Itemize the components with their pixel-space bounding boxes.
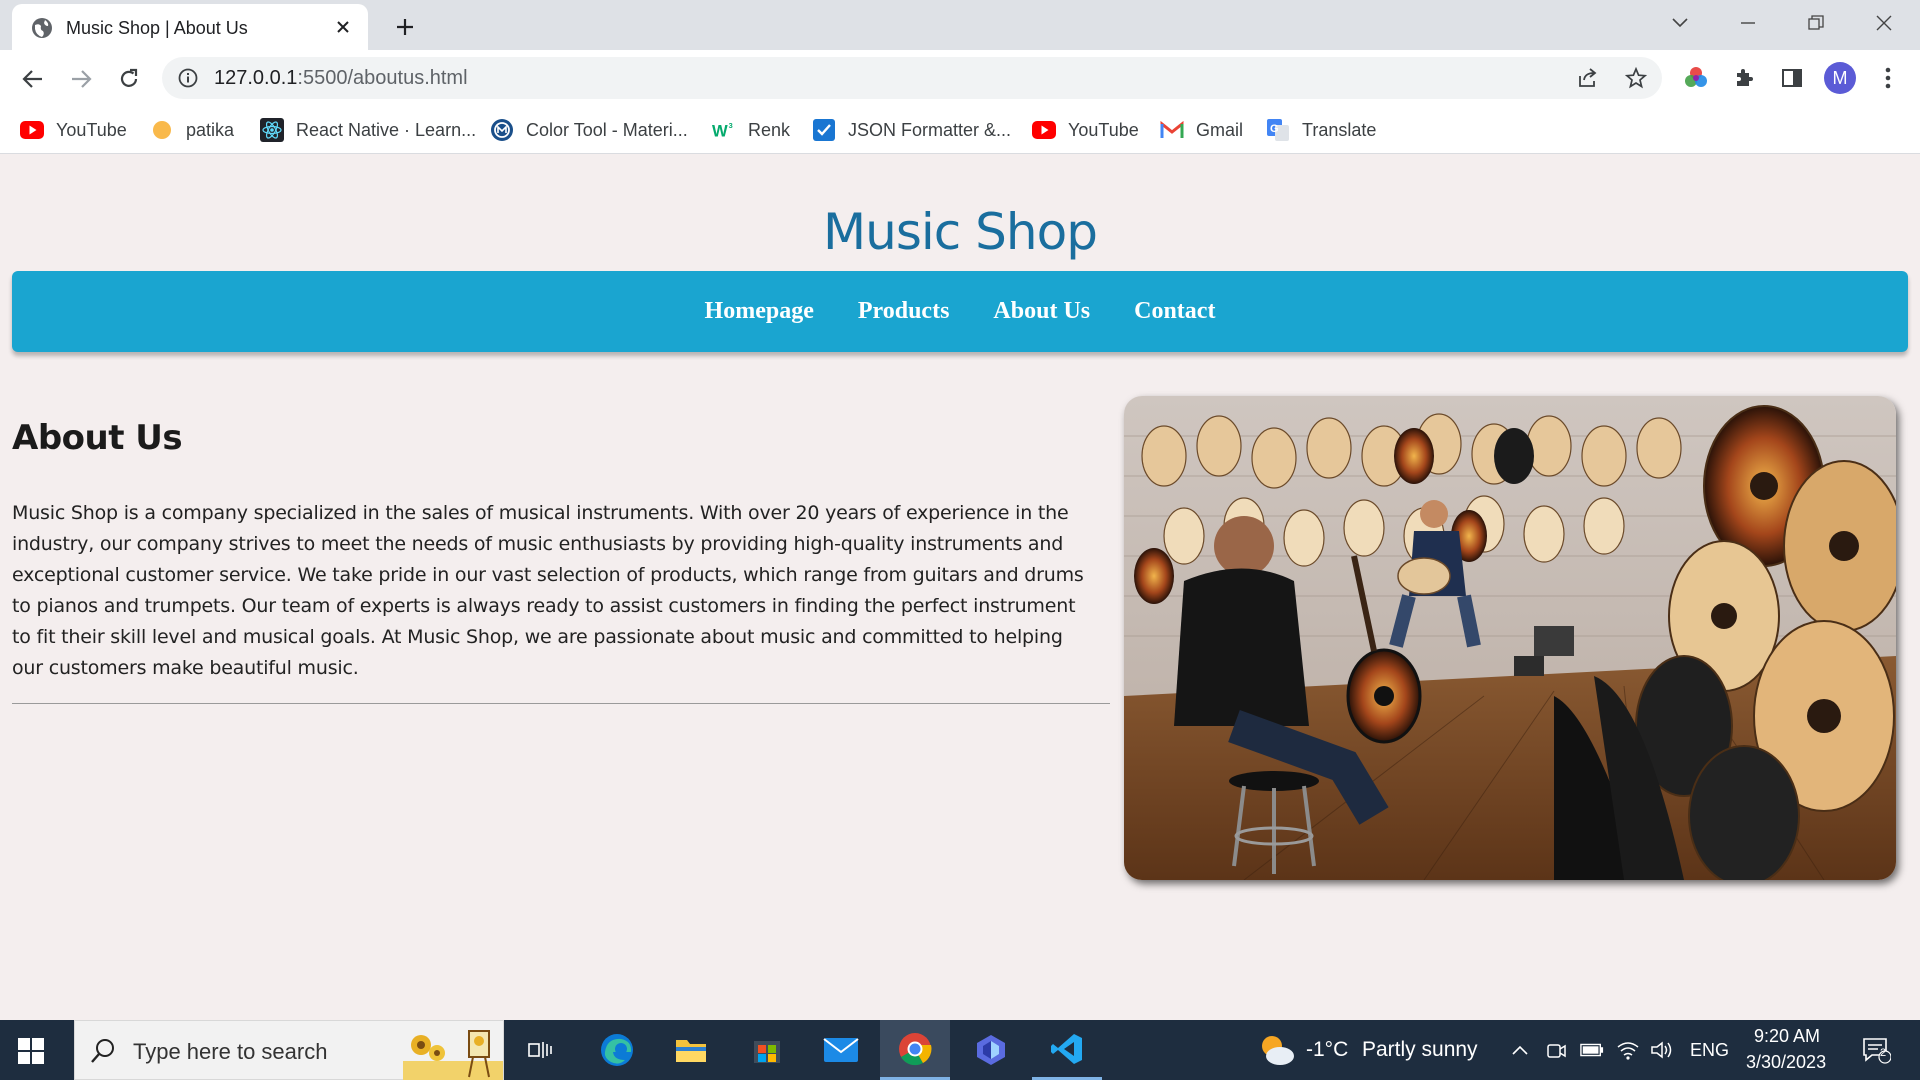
show-hidden-icons-chevron-icon[interactable]	[1508, 1038, 1532, 1062]
bookmark-label: patika	[186, 119, 235, 140]
site-title: Music Shop	[823, 203, 1098, 261]
main-navbar: Homepage Products About Us Contact	[12, 271, 1908, 352]
tab-search-chevron-icon[interactable]	[1660, 8, 1700, 38]
gmail-icon	[1160, 118, 1184, 142]
nav-homepage[interactable]: Homepage	[705, 298, 814, 325]
material-icon	[490, 118, 514, 142]
nav-contact[interactable]: Contact	[1134, 298, 1215, 325]
bookmark-renk[interactable]: W3 Renk	[712, 116, 790, 144]
reload-icon[interactable]	[112, 62, 146, 96]
youtube-icon	[1032, 118, 1056, 142]
share-icon[interactable]	[1576, 66, 1600, 90]
task-view-icon[interactable]	[506, 1020, 576, 1080]
close-window-icon[interactable]	[1864, 8, 1904, 38]
taskbar-search-box[interactable]: Type here to search	[74, 1020, 504, 1080]
search-placeholder: Type here to search	[133, 1039, 328, 1064]
sunflowers-painting-icon	[403, 1030, 503, 1080]
battery-icon[interactable]	[1580, 1038, 1604, 1062]
copilot-app-icon[interactable]	[956, 1020, 1026, 1080]
notifications-icon[interactable]: 2	[1860, 1034, 1892, 1066]
guitar-shop-photo	[1124, 396, 1896, 880]
bookmark-color-tool[interactable]: Color Tool - Materi...	[490, 116, 688, 144]
bookmark-youtube[interactable]: YouTube	[20, 116, 127, 144]
file-explorer-icon[interactable]	[656, 1020, 726, 1080]
patika-icon	[150, 118, 174, 142]
notification-count: 2	[1880, 1047, 1887, 1059]
back-icon[interactable]	[16, 62, 50, 96]
bookmark-label: React Native · Learn...	[296, 119, 477, 140]
svg-text:W: W	[712, 121, 728, 140]
bookmark-react-native[interactable]: React Native · Learn...	[260, 116, 476, 144]
vscode-icon[interactable]	[1032, 1020, 1102, 1080]
mail-icon[interactable]	[806, 1020, 876, 1080]
close-tab-icon[interactable]	[330, 14, 356, 40]
color-extension-icon[interactable]	[1680, 62, 1712, 94]
meet-now-icon[interactable]	[1544, 1038, 1568, 1062]
svg-text:3: 3	[729, 121, 733, 130]
minimize-icon[interactable]	[1728, 8, 1768, 38]
about-paragraph: Music Shop is a company specialized in t…	[12, 502, 1084, 679]
microsoft-store-icon[interactable]	[732, 1020, 802, 1080]
bookmark-label: JSON Formatter &...	[848, 119, 1012, 140]
extensions-puzzle-icon[interactable]	[1728, 62, 1760, 94]
bookmark-youtube-2[interactable]: YouTube	[1032, 116, 1139, 144]
edge-browser-icon[interactable]	[582, 1020, 652, 1080]
section-divider	[12, 703, 1110, 704]
bookmark-label: Translate	[1302, 119, 1377, 140]
wifi-icon[interactable]	[1616, 1038, 1640, 1062]
clock-time[interactable]: 9:20 AM	[1754, 1026, 1820, 1047]
bookmark-gmail[interactable]: Gmail	[1160, 116, 1243, 144]
site-info-icon[interactable]	[178, 68, 198, 88]
bookmark-label: Color Tool - Materi...	[526, 119, 688, 140]
tab-strip: Music Shop | About Us	[0, 0, 1920, 50]
translate-icon: G	[1266, 118, 1290, 142]
search-icon	[91, 1039, 114, 1063]
side-panel-icon[interactable]	[1776, 62, 1808, 94]
forward-icon[interactable]	[64, 62, 98, 96]
nav-products[interactable]: Products	[858, 298, 950, 325]
profile-avatar[interactable]: M	[1824, 62, 1856, 94]
w3-icon: W3	[712, 118, 736, 142]
youtube-icon	[20, 118, 44, 142]
nav-about-us[interactable]: About Us	[993, 298, 1090, 325]
checkbox-icon	[812, 118, 836, 142]
browser-tab[interactable]: Music Shop | About Us	[12, 4, 368, 50]
windows-taskbar: Type here to search -1°C Partly sunny EN…	[0, 1020, 1920, 1080]
url-text: 127.0.0.1:5500/aboutus.html	[214, 67, 468, 89]
react-icon	[260, 118, 284, 142]
language-indicator[interactable]: ENG	[1690, 1040, 1729, 1061]
bookmark-translate[interactable]: G Translate	[1266, 116, 1376, 144]
partly-sunny-icon	[1262, 1036, 1294, 1065]
address-bar[interactable]: 127.0.0.1:5500/aboutus.html	[162, 57, 1662, 99]
bookmark-label: YouTube	[56, 119, 127, 140]
tab-title: Music Shop | About Us	[66, 18, 248, 38]
bookmark-label: YouTube	[1068, 119, 1139, 140]
volume-icon[interactable]	[1650, 1038, 1674, 1062]
clock-date[interactable]: 3/30/2023	[1746, 1052, 1826, 1073]
about-heading: About Us	[12, 418, 183, 458]
windows-start-icon[interactable]	[18, 1038, 44, 1064]
bookmark-patika[interactable]: patika	[150, 116, 234, 144]
bookmark-star-icon[interactable]	[1624, 66, 1648, 90]
web-page: Music Shop Homepage Products About Us Co…	[0, 154, 1920, 1020]
new-tab-icon[interactable]	[390, 12, 420, 42]
weather-text[interactable]: Partly sunny	[1362, 1038, 1478, 1062]
globe-icon	[32, 18, 52, 38]
svg-text:G: G	[1270, 123, 1279, 135]
menu-kebab-icon[interactable]	[1872, 62, 1904, 94]
browser-toolbar: 127.0.0.1:5500/aboutus.html M	[0, 50, 1920, 106]
bookmark-label: Gmail	[1196, 119, 1244, 140]
bookmark-label: Renk	[748, 119, 791, 140]
bookmarks-bar: YouTube patika React Native · Learn... C…	[0, 106, 1920, 154]
weather-temp[interactable]: -1°C	[1306, 1038, 1348, 1062]
chrome-icon[interactable]	[880, 1020, 950, 1080]
bookmark-json-formatter[interactable]: JSON Formatter &...	[812, 116, 1011, 144]
restore-icon[interactable]	[1796, 8, 1836, 38]
